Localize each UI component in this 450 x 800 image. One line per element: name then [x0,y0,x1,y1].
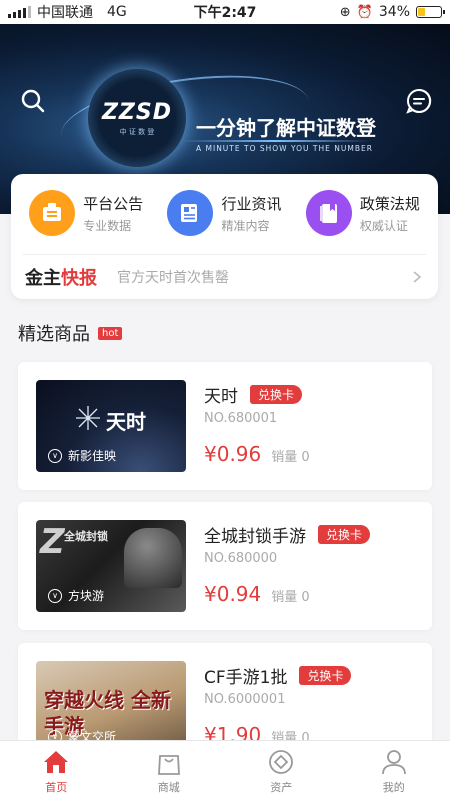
chevron-right-icon [413,271,422,283]
signal-icon [8,6,31,18]
assets-icon [269,749,294,774]
alarm-icon: ⏰ [356,4,373,20]
battery-icon [416,6,445,18]
product-name: 全城封锁手游 [204,527,306,547]
network-label: 4G [107,4,127,20]
policy-book-icon [305,190,352,236]
product-thumbnail: 天时 ∨ 新影佳映 [36,380,186,472]
product-sales: 销量 0 [271,590,310,605]
home-icon [44,750,69,773]
tab-home[interactable]: 首页 [0,741,113,800]
tab-profile[interactable]: 我的 [338,741,450,800]
product-thumbnail: Z 全城封锁 ∨ 方块游 [36,520,186,612]
product-card[interactable]: Z 全城封锁 ∨ 方块游 全城封锁手游 兑换卡 NO.680000 ¥0.94 销… [18,502,432,630]
banner-slogan-en: A MINUTE TO SHOW YOU THE NUMBER [196,144,373,153]
product-code: NO.6000001 [204,692,286,707]
battery-percent: 34% [378,4,410,20]
announcement-icon [29,190,76,236]
product-price: ¥0.94 [204,582,262,606]
carrier-label: 中国联通 [37,5,93,21]
menu-item-industry-news[interactable]: 行业资讯 精准内容 [155,190,293,236]
news-icon [167,190,214,236]
product-name: 天时 [204,387,238,407]
exchange-tag: 兑换卡 [250,385,303,404]
clock: 下午2:47 [193,5,257,21]
status-bar: 中国联通 4G 下午2:47 ⊕ ⏰ 34% [0,0,450,24]
news-ticker-logo: 金主快报 [25,268,97,289]
exchange-tag: 兑换卡 [318,525,371,544]
product-price: ¥0.96 [204,442,262,466]
bottom-tab-bar: 首页 商城 资产 我的 [0,740,450,800]
chevron-down-icon: ∨ [48,588,62,603]
product-card[interactable]: 天时 ∨ 新影佳映 天时 兑换卡 NO.680001 ¥0.96 销量 0 [18,362,432,490]
news-ticker-text: 官方天时首次售罄 [117,270,229,286]
hot-badge: hot [98,326,123,340]
exchange-tag: 兑换卡 [299,666,352,685]
rotation-lock-icon: ⊕ [339,4,351,20]
message-icon[interactable] [406,88,432,114]
tab-mall[interactable]: 商城 [113,741,226,800]
menu-item-announcements[interactable]: 平台公告 专业数据 [17,190,155,236]
product-code: NO.680000 [204,551,278,566]
shopping-bag-icon [157,754,180,775]
menu-item-policies[interactable]: 政策法规 权威认证 [294,190,432,236]
search-icon[interactable] [20,88,46,114]
sun-burst-icon [76,406,100,430]
product-name: CF手游1批 [204,668,288,688]
product-code: NO.680001 [204,411,278,426]
section-title: 精选商品 hot [18,320,123,346]
chevron-down-icon: ∨ [48,448,62,463]
tab-assets[interactable]: 资产 [225,741,338,800]
quick-menu-card: 平台公告 专业数据 行业资讯 精准内容 政策法规 权威认证 金主快报 官方天时首… [11,174,438,299]
brand-logo: ZZSD 中 证 数 登 [88,69,186,167]
news-ticker[interactable]: 金主快报 官方天时首次售罄 [11,256,438,298]
banner-slogan: 一分钟了解中证数登 [196,116,376,140]
product-sales: 销量 0 [271,450,310,465]
profile-icon [381,749,406,774]
